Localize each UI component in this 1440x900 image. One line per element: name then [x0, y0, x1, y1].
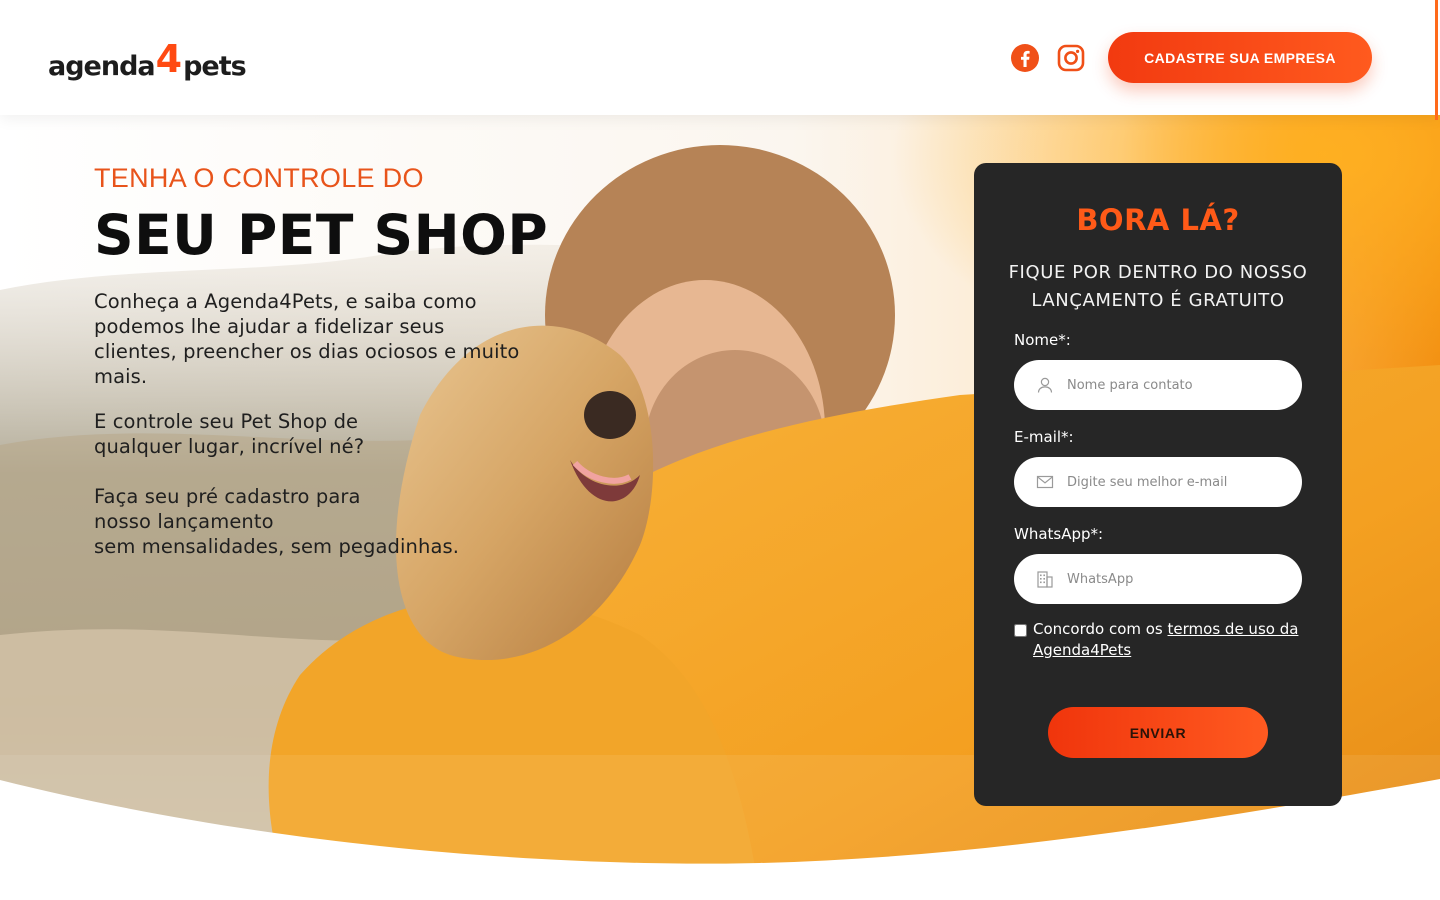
- header-edge-accent: [1435, 0, 1438, 120]
- instagram-icon[interactable]: [1056, 43, 1086, 73]
- email-field[interactable]: [1014, 457, 1302, 507]
- name-field[interactable]: [1014, 360, 1302, 410]
- form-title: BORA LÁ?: [1076, 203, 1240, 237]
- signup-form-card: BORA LÁ? FIQUE POR DENTRO DO NOSSO LANÇA…: [974, 163, 1342, 806]
- logo-text-pets: pets: [183, 51, 247, 82]
- hero-paragraph-3: Faça seu pré cadastro para nosso lançame…: [94, 484, 524, 559]
- name-label: Nome*:: [1014, 331, 1071, 349]
- register-company-button[interactable]: CADASTRE SUA EMPRESA: [1108, 32, 1372, 83]
- envelope-icon: [1036, 475, 1054, 489]
- hero-paragraph-2: E controle seu Pet Shop de qualquer luga…: [94, 410, 365, 458]
- agenda4pets-logo[interactable]: agenda 4 pets: [48, 34, 247, 82]
- hero-paragraph-3-line-2: nosso lançamento: [94, 510, 274, 533]
- hero-paragraph-1: Conheça a Agenda4Pets, e saiba como pode…: [94, 290, 520, 388]
- logo-text-agenda: agenda: [48, 51, 156, 82]
- terms-text: Concordo com os termos de uso da Agenda4…: [1033, 619, 1314, 661]
- user-icon: [1037, 377, 1053, 393]
- email-input[interactable]: [1067, 474, 1287, 490]
- name-input[interactable]: [1067, 377, 1287, 393]
- hero-kicker: TENHA O CONTROLE DO: [94, 163, 424, 193]
- terms-checkbox[interactable]: [1014, 624, 1027, 637]
- hero-headline: SEU PET SHOP: [94, 203, 549, 267]
- submit-button[interactable]: ENVIAR: [1048, 707, 1268, 758]
- whatsapp-input[interactable]: [1067, 571, 1287, 587]
- terms-agreement: Concordo com os termos de uso da Agenda4…: [1014, 619, 1314, 661]
- email-label: E-mail*:: [1014, 428, 1074, 446]
- logo-text-4: 4: [155, 36, 183, 81]
- building-icon: [1037, 571, 1053, 588]
- site-header: agenda 4 pets CADASTRE SUA EMPRESA: [0, 0, 1440, 120]
- whatsapp-label: WhatsApp*:: [1014, 525, 1104, 543]
- whatsapp-field[interactable]: [1014, 554, 1302, 604]
- form-subtitle: FIQUE POR DENTRO DO NOSSO LANÇAMENTO É G…: [1008, 262, 1308, 311]
- facebook-icon[interactable]: [1010, 43, 1040, 73]
- hero-paragraph-3-line-3: sem mensalidades, sem pegadinhas.: [94, 535, 460, 558]
- terms-prefix: Concordo com os: [1033, 620, 1168, 638]
- hero-paragraph-3-line-1: Faça seu pré cadastro para: [94, 485, 361, 508]
